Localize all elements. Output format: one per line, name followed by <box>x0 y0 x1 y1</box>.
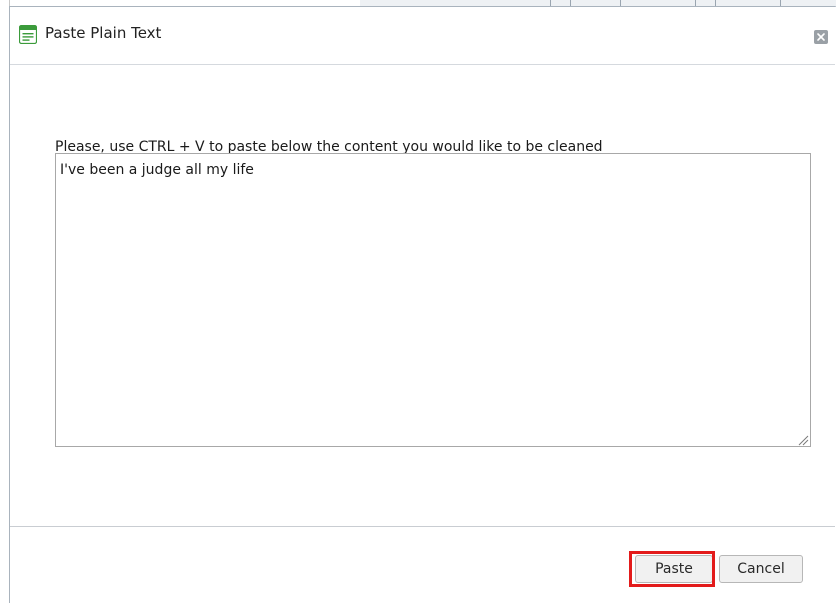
paste-plain-text-dialog: Paste Plain Text Please, use CTRL + V to… <box>9 6 835 605</box>
dialog-titlebar[interactable]: Paste Plain Text <box>10 7 835 65</box>
document-window-icon <box>18 24 38 45</box>
paste-button[interactable]: Paste <box>635 555 713 583</box>
dialog-footer: Paste Cancel <box>10 526 835 605</box>
dialog-body: Please, use CTRL + V to paste below the … <box>10 65 835 525</box>
paste-textarea[interactable]: I've been a judge all my life <box>55 153 811 447</box>
dialog-title: Paste Plain Text <box>45 24 162 42</box>
cancel-button[interactable]: Cancel <box>719 555 803 583</box>
close-icon[interactable] <box>814 30 828 44</box>
resize-grip-icon[interactable] <box>795 431 809 446</box>
